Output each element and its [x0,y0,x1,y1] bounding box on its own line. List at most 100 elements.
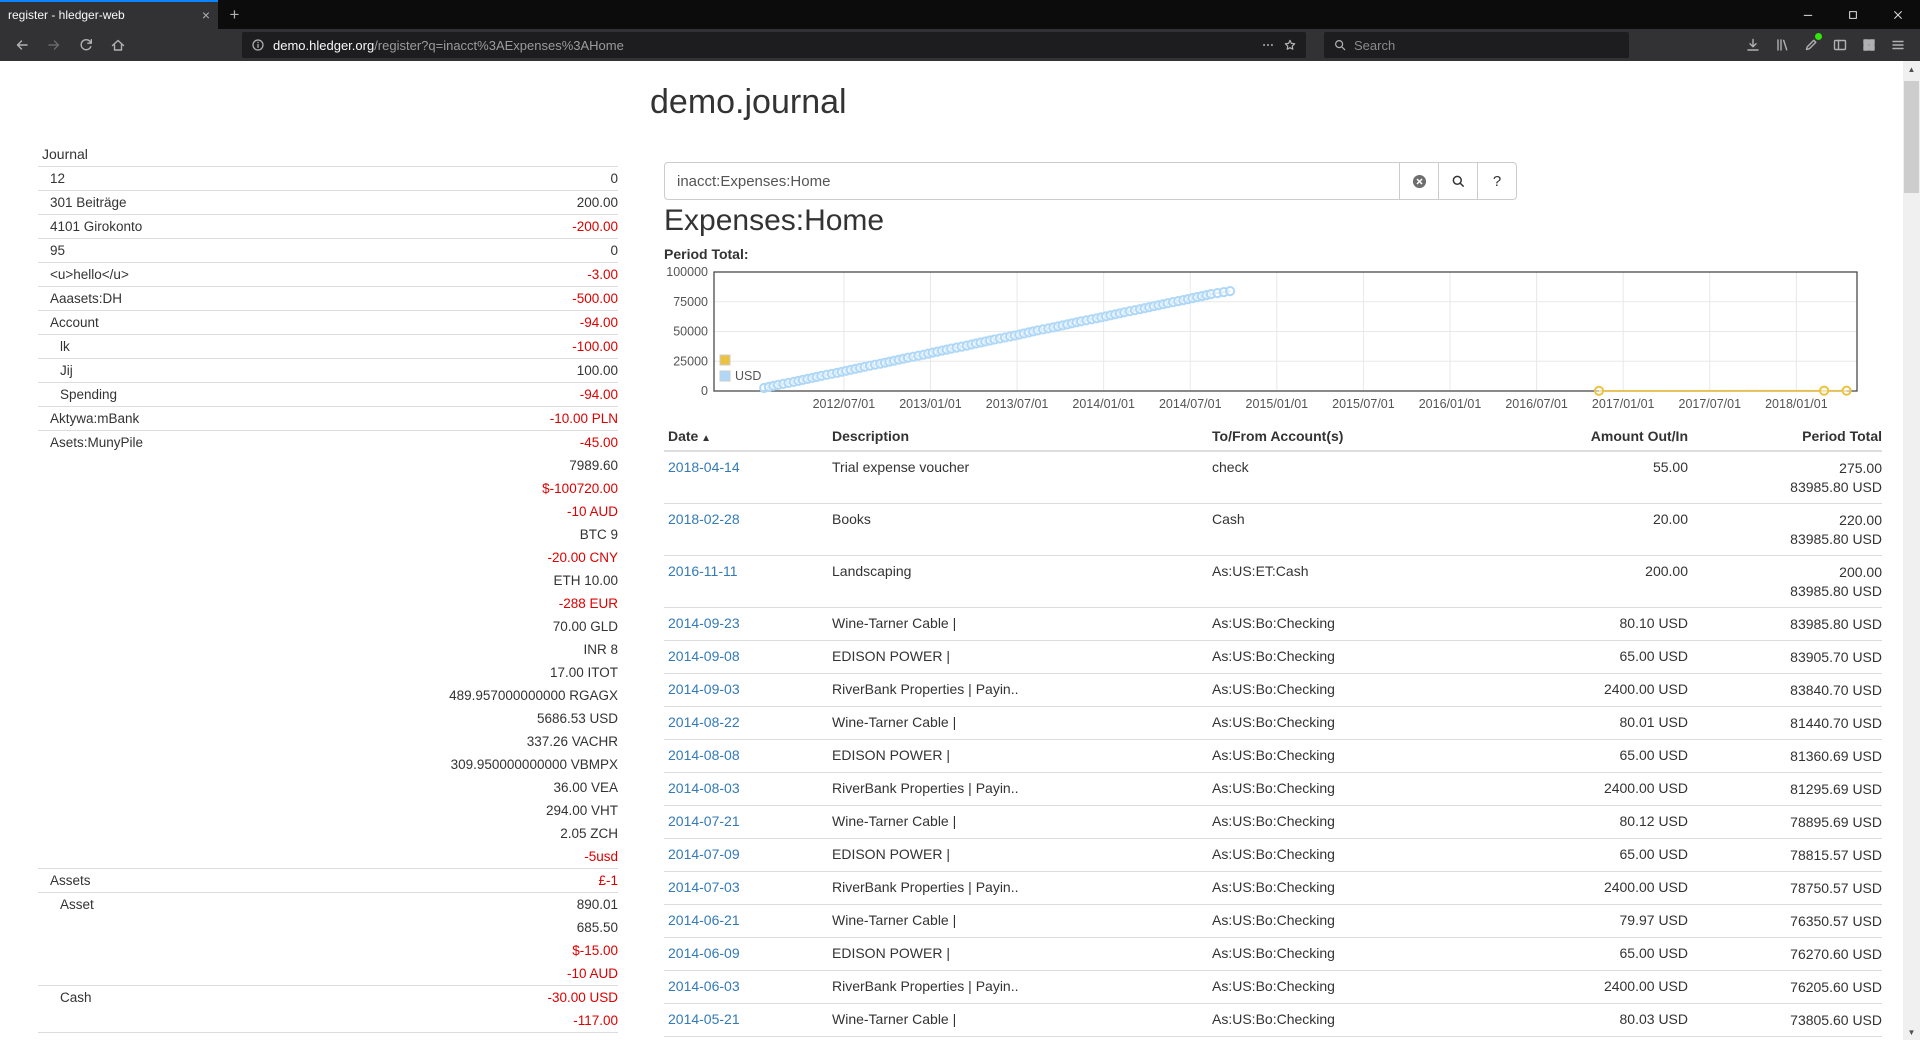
register-row: 2014-07-21Wine-Tarner Cable |As:US:Bo:Ch… [664,806,1882,839]
transaction-date-link[interactable]: 2014-06-21 [668,912,740,928]
transaction-date-link[interactable]: 2014-05-21 [668,1011,740,1027]
transaction-date-link[interactable]: 2014-08-03 [668,780,740,796]
notes-icon[interactable] [1796,32,1825,58]
main-panel: demo.journal ? Expenses:Home Period Tota… [618,61,1920,1040]
transaction-description: EDISON POWER | [828,740,1208,773]
transaction-date-link[interactable]: 2014-07-09 [668,846,740,862]
search-submit-button[interactable] [1439,162,1478,200]
transaction-description: EDISON POWER | [828,938,1208,971]
sidebar-account-link[interactable]: Asset [38,893,567,916]
register-row: 2014-05-21Wine-Tarner Cable |As:US:Bo:Ch… [664,1004,1882,1037]
sidebar-account-link[interactable]: 301 Beiträge [38,191,577,214]
new-tab-button[interactable]: + [218,0,251,29]
sidebar-account-balance: -30.00 USD-117.00 [547,986,618,1032]
clear-query-button[interactable] [1400,162,1439,200]
transaction-account: As:US:Bo:Checking [1208,1037,1518,1040]
column-header-amount-out-in: Amount Out/In [1518,420,1688,451]
menu-icon[interactable] [1883,32,1912,58]
sidebar-account-link[interactable]: Aaasets:DH [38,287,572,310]
toolbar-icons [1738,32,1912,58]
help-button[interactable]: ? [1478,162,1517,200]
transaction-amount: 80.12 USD [1518,806,1688,839]
transaction-amount: 65.00 USD [1518,839,1688,872]
sidebar-account-row: 4101 Girokonto-200.00 [38,215,618,239]
sidebar-account-row: Spending-94.00 [38,383,618,407]
url-bar[interactable]: demo.hledger.org/register?q=inacct%3AExp… [242,32,1306,58]
transaction-date-link[interactable]: 2014-06-09 [668,945,740,961]
sidebar-account-row: Aktywa:mBank-10.00 PLN [38,407,618,431]
sidebar-account-link[interactable]: <u>hello</u> [38,263,587,286]
scrollbar-thumb[interactable] [1904,81,1919,193]
sidebar-account-link[interactable]: Jij [38,359,577,382]
tab-close-icon[interactable]: × [202,8,210,22]
sidebar-toggle-icon[interactable] [1825,32,1854,58]
transaction-date-link[interactable]: 2018-02-28 [668,511,740,527]
register-row: 2016-11-11LandscapingAs:US:ET:Cash200.00… [664,556,1882,608]
transaction-date-link[interactable]: 2014-07-03 [668,879,740,895]
query-input[interactable] [664,162,1400,200]
sidebar-account-link[interactable]: 12 [38,167,610,190]
register-row: 2014-05-08EDISON POWER |As:US:Bo:Checkin… [664,1037,1882,1040]
transaction-date-link[interactable]: 2016-11-11 [668,563,738,579]
scrollbar-down-arrow[interactable]: ▼ [1903,1024,1920,1040]
apps-grid-icon[interactable] [1854,32,1883,58]
browser-search-bar[interactable]: Search [1324,32,1629,58]
window-minimize-button[interactable] [1785,0,1830,29]
sidebar-account-balance: -94.00 [580,383,618,406]
svg-text:25000: 25000 [673,354,708,368]
sidebar-account-list: 120301 Beiträge200.004101 Girokonto-200.… [38,167,618,1033]
page-content: Journal 120301 Beiträge200.004101 Giroko… [0,61,1920,1040]
transaction-date-link[interactable]: 2014-09-08 [668,648,740,664]
register-row: 2014-06-09EDISON POWER |As:US:Bo:Checkin… [664,938,1882,971]
download-icon[interactable] [1738,32,1767,58]
transaction-period-total: 81440.70 USD [1688,707,1882,740]
sidebar-account-link[interactable]: 95 [38,239,610,262]
window-maximize-button[interactable] [1830,0,1875,29]
transaction-account: As:US:ET:Cash [1208,556,1518,608]
transaction-account: As:US:Bo:Checking [1208,608,1518,641]
transaction-date-link[interactable]: 2014-06-03 [668,978,740,994]
transaction-period-total: 275.0083985.80 USD [1688,451,1882,504]
site-info-icon[interactable] [251,38,265,52]
forward-button[interactable] [40,32,68,58]
transaction-date-link[interactable]: 2018-04-14 [668,459,740,475]
transaction-amount: 65.00 USD [1518,641,1688,674]
register-row: 2014-09-23Wine-Tarner Cable |As:US:Bo:Ch… [664,608,1882,641]
sidebar-account-link[interactable]: lk [38,335,572,358]
sidebar-account-link[interactable]: Aktywa:mBank [38,407,550,430]
transaction-date-link[interactable]: 2014-08-22 [668,714,740,730]
transaction-date-link[interactable]: 2014-08-08 [668,747,740,763]
sidebar-account-link[interactable]: Spending [38,383,580,406]
search-form: ? [664,162,1517,200]
scrollbar-up-arrow[interactable]: ▲ [1903,61,1920,77]
window-close-button[interactable] [1875,0,1920,29]
transaction-date-link[interactable]: 2014-09-23 [668,615,740,631]
back-button[interactable] [8,32,36,58]
reload-button[interactable] [72,32,100,58]
transaction-date-link[interactable]: 2014-09-03 [668,681,740,697]
register-row: 2014-07-03RiverBank Properties | Payin..… [664,872,1882,905]
sidebar-account-link[interactable]: Assets [38,869,598,892]
transaction-account: As:US:Bo:Checking [1208,740,1518,773]
library-icon[interactable] [1767,32,1796,58]
sidebar-account-row: Assets£-1 [38,869,618,893]
transaction-period-total: 78815.57 USD [1688,839,1882,872]
home-button[interactable] [104,32,132,58]
sidebar-account-link[interactable]: Cash [38,986,547,1009]
page-actions-icon[interactable] [1261,38,1275,52]
bookmark-star-icon[interactable] [1283,38,1297,52]
transaction-date-link[interactable]: 2014-07-21 [668,813,740,829]
sidebar-account-balance: 890.01685.50$-15.00-10 AUD [567,893,618,985]
sidebar-account-link[interactable]: Asets:MunyPile [38,431,449,454]
browser-tab[interactable]: register - hledger-web × [0,0,218,29]
register-row: 2014-08-08 EDISON POWER |As:US:Bo:Checkin… [664,740,1882,773]
svg-text:USD: USD [735,369,761,383]
page-scrollbar[interactable]: ▲ ▼ [1903,61,1920,1040]
sidebar-account-link[interactable]: 4101 Girokonto [38,215,572,238]
column-header-date[interactable]: Date ▲ [664,420,828,451]
sidebar-account-link[interactable]: Account [38,311,580,334]
sidebar-account-row: 120 [38,167,618,191]
transaction-period-total: 73725.57 USD [1688,1037,1882,1040]
journal-link[interactable]: Journal [38,141,618,167]
transaction-account: As:US:Bo:Checking [1208,971,1518,1004]
